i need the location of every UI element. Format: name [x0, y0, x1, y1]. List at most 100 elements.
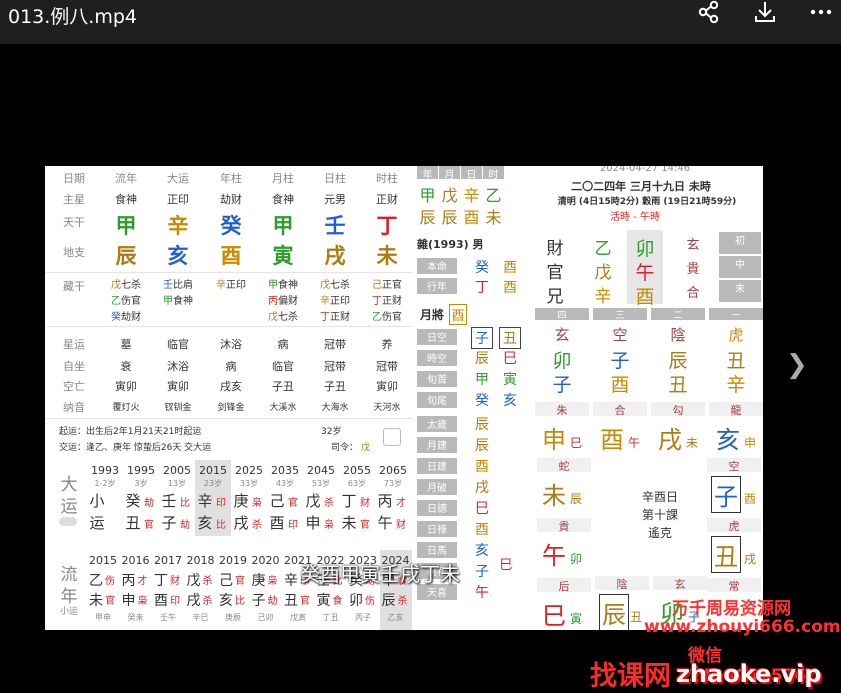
dayun-gan-shishen: 才 — [396, 498, 406, 509]
liunian-year: 2016 — [121, 554, 150, 567]
xiaoyun-value: 丙子 — [355, 613, 371, 622]
dayun-age: 53岁 — [311, 479, 331, 488]
sike-jiang: 玄 — [554, 326, 570, 344]
pillar-nayin: 天河水 — [373, 403, 401, 413]
sike-jiang: 陰 — [670, 326, 686, 344]
calendar-icon[interactable] — [383, 428, 401, 446]
sike-gan: 酉 — [610, 374, 630, 396]
dayun-toggle[interactable] — [59, 517, 77, 526]
xiaoyun-value: 壬午 — [160, 613, 176, 622]
sike-zhi: 辰 — [668, 350, 688, 372]
dayun-zhi: 丑 — [125, 514, 141, 532]
pillar-gan: 甲 — [115, 214, 137, 238]
pan-jiang: 后 — [537, 578, 591, 593]
shensha-label: 月破 — [417, 479, 457, 495]
sanchuan-jiang: 合 — [686, 286, 700, 301]
pan-di: 卯 — [569, 552, 582, 566]
pan-tian: 亥 — [716, 426, 740, 454]
row-label: 天干 — [63, 216, 85, 229]
sike-jiang: 虎 — [728, 326, 744, 344]
liuren-panel: 年甲辰月戊辰日辛酉时乙未 2024-04-27 14:46 二〇二四年 三月十九日 … — [415, 166, 763, 630]
sizhu-gan: 辛 — [463, 186, 480, 205]
download-icon[interactable] — [750, 0, 780, 26]
video-title: 013.例八.mp4 — [8, 6, 138, 28]
dayun-year: 2025 — [235, 464, 263, 477]
side-value: 辰 — [475, 351, 489, 367]
sanchuan-gan: 戊 — [594, 263, 612, 283]
sanchuan-gan: 辛 — [594, 287, 612, 307]
dayun-year: 2045 — [307, 464, 335, 477]
hidden-stem: 甲食神 — [163, 296, 193, 307]
watermark-url: www.zhouyi666.com — [644, 617, 841, 637]
hidden-stem: 丙偏财 — [268, 296, 298, 307]
pillar-star: 元男 — [324, 193, 346, 206]
hidden-stem: 戊七杀 — [111, 280, 141, 291]
sanchuan-jiang: 貴 — [686, 262, 700, 277]
side-value: 甲 — [475, 372, 489, 388]
sike-gan: 丑 — [668, 374, 688, 396]
divider — [45, 326, 413, 327]
pillar-kongwang: 子丑 — [324, 380, 346, 393]
benming-value: 酉 — [503, 260, 517, 276]
pillar-nayin: 大海水 — [321, 403, 349, 413]
hidden-stem: 己正官 — [372, 280, 402, 291]
more-icon[interactable] — [806, 0, 836, 26]
dayun-gan: 癸 — [125, 492, 141, 510]
jiaoyun-info: 交运：逢乙、庚年 惊蛰后26天 交大运 — [59, 443, 212, 453]
hidden-stem: 丁正财 — [320, 312, 350, 323]
shensha-value: 亥 — [475, 543, 489, 559]
next-arrow-icon[interactable]: ❯ — [786, 350, 808, 380]
dayun-year: 2015 — [199, 464, 227, 477]
watermark-site-name: 万千周易资源网 — [672, 599, 791, 619]
pan-jiang: 常 — [707, 578, 761, 593]
pillar-xingyun: 病 — [277, 338, 289, 351]
pillar-gan: 壬 — [324, 214, 346, 238]
share-icon[interactable] — [694, 0, 724, 26]
sanchuan-liuqin: 兄 — [546, 287, 564, 307]
hidden-stem: 戊七杀 — [268, 312, 298, 323]
pan-jiang: 勾 — [651, 402, 705, 417]
dayun-gan: 小 — [89, 492, 105, 510]
dayun-year: 2035 — [271, 464, 299, 477]
watermark-brand-url: zhaoke.vip — [676, 660, 822, 688]
pillar-star: 正财 — [376, 193, 398, 206]
shensha-label: 日馬 — [417, 542, 457, 558]
liunian-gan-shishen: 枭 — [267, 576, 278, 587]
sizhu-col-head: 月 — [439, 166, 460, 181]
divider — [45, 272, 413, 273]
side-value: 巳 — [503, 351, 517, 367]
hidden-stem: 乙伤官 — [372, 312, 402, 323]
dayun-age: 13岁 — [167, 479, 187, 488]
xiaoyun-value: 戊寅 — [290, 613, 306, 622]
liunian-gan-shishen: 伤 — [105, 576, 115, 587]
pillar-kongwang: 子丑 — [272, 380, 294, 393]
dayun-gan: 壬 — [161, 492, 177, 510]
sike-gan: 辛 — [726, 374, 746, 396]
benming-value: 癸 — [475, 260, 489, 276]
side-value: 丑 — [499, 327, 521, 349]
dayun-zhi: 运 — [89, 514, 105, 532]
dayun-gan-shishen: 官 — [288, 498, 298, 509]
dayun-age: 23岁 — [203, 479, 223, 488]
pillar-zhi: 寅 — [272, 244, 294, 268]
pan-di: 未 — [685, 436, 698, 450]
qiyun-age: 32岁 — [321, 427, 342, 437]
pillar-nayin: 钗钏金 — [164, 403, 192, 413]
liunian-zhi-shishen: 官 — [105, 596, 115, 607]
pillar-zhi: 辰 — [115, 244, 137, 268]
liunian-gan-shishen: 杀 — [202, 576, 213, 587]
dayun-gan-shishen: 杀 — [324, 498, 334, 509]
dayun-zhi-shishen: 杀 — [252, 520, 262, 531]
liunian-zhi-shishen: 伤 — [365, 596, 375, 607]
pillar-gan: 丁 — [376, 214, 398, 238]
xiaoyun-value: 甲申 — [95, 613, 111, 622]
sizhu-zhi: 辰 — [441, 208, 458, 227]
qiyun-info: 起运：出生后2年1月21天21时起运 — [59, 427, 202, 437]
liunian-zhi-shishen: 杀 — [397, 596, 408, 607]
dayun-year: 1993 — [91, 464, 119, 477]
dayun-year: 2055 — [343, 464, 371, 477]
sanchuan-liuqin: 官 — [546, 263, 564, 283]
hidden-stem: 癸劫财 — [111, 312, 141, 323]
sizhu-col-head: 日 — [461, 166, 482, 181]
dayun-gan-shishen: 印 — [216, 498, 226, 509]
